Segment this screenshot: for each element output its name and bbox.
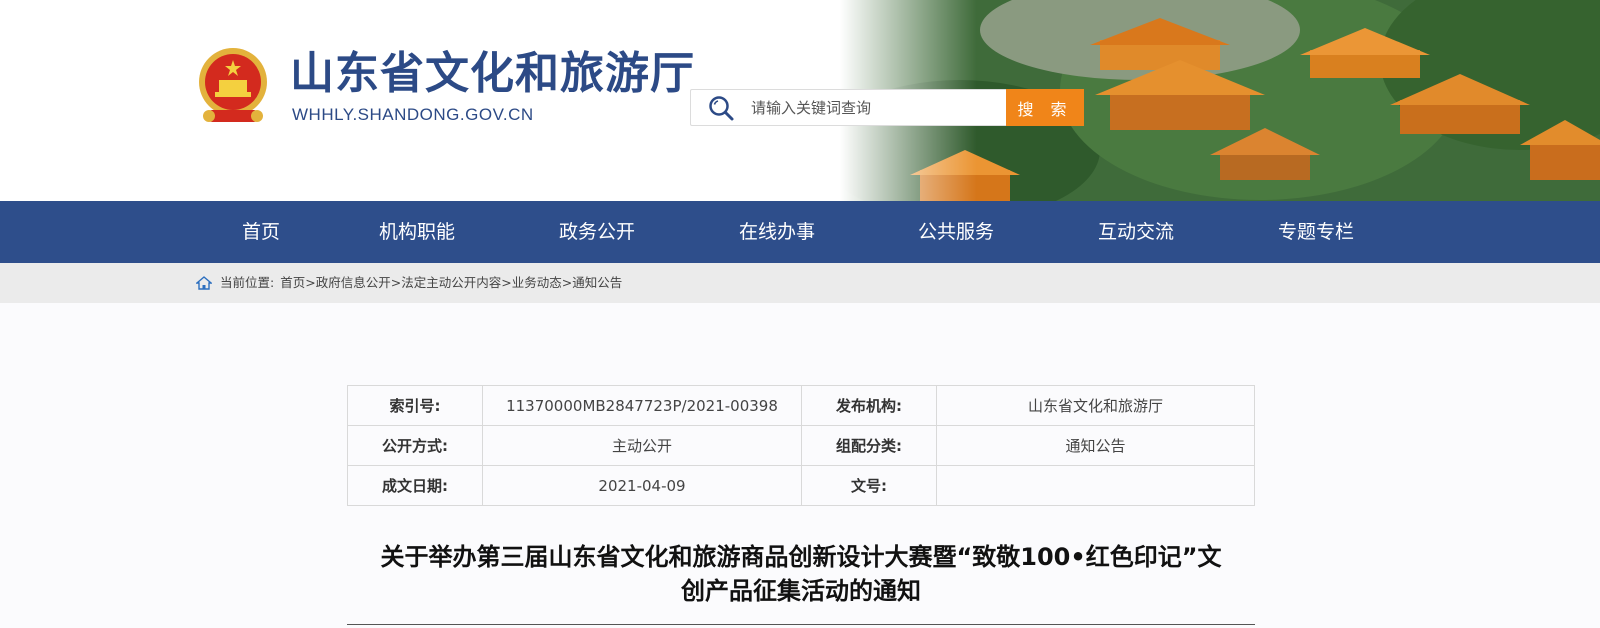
meta-value: 通知公告 [936, 425, 1255, 466]
search-icon [709, 95, 734, 120]
nav-item-institution[interactable]: 机构职能 [379, 201, 455, 263]
document-meta-table: 索引号: 11370000MB2847723P/2021-00398 发布机构:… [347, 385, 1255, 506]
meta-value: 主动公开 [482, 425, 802, 466]
breadcrumb-prefix: 当前位置: [220, 275, 275, 290]
article-title: 关于举办第三届山东省文化和旅游商品创新设计大赛暨“致敬100•红色印记”文 创产… [347, 540, 1255, 608]
table-row: 索引号: 11370000MB2847723P/2021-00398 发布机构:… [347, 385, 1255, 426]
title-divider [347, 624, 1255, 625]
meta-value: 11370000MB2847723P/2021-00398 [482, 385, 802, 426]
meta-value: 山东省文化和旅游厅 [936, 385, 1255, 426]
meta-key: 组配分类: [801, 425, 937, 466]
home-icon [196, 276, 212, 290]
nav-item-home[interactable]: 首页 [242, 201, 280, 263]
meta-key: 成文日期: [347, 465, 483, 506]
meta-key: 文号: [801, 465, 937, 506]
breadcrumb-bar: 当前位置: 首页 > 政府信息公开 > 法定主动公开内容 > 业务动态 > 通知公告 [0, 263, 1600, 303]
search-input[interactable] [749, 97, 983, 118]
site-title[interactable]: 山东省文化和旅游厅 [290, 44, 695, 104]
nav-item-online-services[interactable]: 在线办事 [739, 201, 815, 263]
breadcrumb: 当前位置: 首页 > 政府信息公开 > 法定主动公开内容 > 业务动态 > 通知公告 [196, 263, 622, 303]
article-title-line: 创产品征集活动的通知 [681, 577, 921, 605]
meta-key: 发布机构: [801, 385, 937, 426]
article-title-line: 关于举办第三届山东省文化和旅游商品创新设计大赛暨“致敬100•红色印记”文 [380, 543, 1222, 571]
breadcrumb-item-business-news[interactable]: 业务动态 [512, 263, 562, 303]
breadcrumb-item-home[interactable]: 首页 [280, 263, 305, 303]
main-nav: 首页 机构职能 政务公开 在线办事 公共服务 互动交流 专题专栏 [0, 201, 1600, 263]
nav-item-special-topics[interactable]: 专题专栏 [1278, 201, 1354, 263]
breadcrumb-item-gov-info[interactable]: 政府信息公开 [316, 263, 391, 303]
table-row: 公开方式: 主动公开 组配分类: 通知公告 [347, 425, 1255, 466]
search-box [690, 89, 1006, 126]
meta-value [936, 465, 1255, 506]
table-row: 成文日期: 2021-04-09 文号: [347, 465, 1255, 506]
site-domain: WHHLY.SHANDONG.GOV.CN [292, 105, 534, 124]
breadcrumb-item-statutory-content[interactable]: 法定主动公开内容 [401, 263, 501, 303]
search-bar: 搜 索 [690, 89, 1084, 126]
national-emblem-logo [199, 48, 267, 122]
breadcrumb-item-notices[interactable]: 通知公告 [572, 263, 622, 303]
nav-item-government-affairs[interactable]: 政务公开 [559, 201, 635, 263]
search-button[interactable]: 搜 索 [1006, 89, 1084, 126]
meta-key: 公开方式: [347, 425, 483, 466]
nav-item-public-services[interactable]: 公共服务 [918, 201, 994, 263]
meta-key: 索引号: [347, 385, 483, 426]
nav-item-interaction[interactable]: 互动交流 [1098, 201, 1174, 263]
meta-value: 2021-04-09 [482, 465, 802, 506]
site-header: 山东省文化和旅游厅 WHHLY.SHANDONG.GOV.CN 搜 索 [0, 0, 1600, 201]
